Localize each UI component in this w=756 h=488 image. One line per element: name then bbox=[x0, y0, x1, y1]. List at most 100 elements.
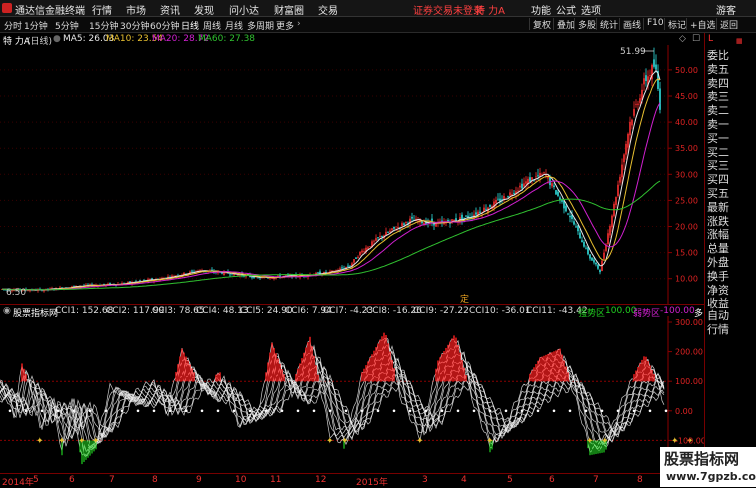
candle-body bbox=[557, 191, 559, 196]
date-label: 4 bbox=[461, 475, 467, 485]
cci1-label: CCI1: 152.68 bbox=[55, 306, 114, 316]
zero-dot bbox=[456, 409, 460, 413]
diejia-button[interactable]: 叠加 bbox=[553, 18, 575, 31]
diamond-icon[interactable]: ◇ bbox=[679, 34, 686, 44]
period-tab-60min[interactable]: 60分钟 bbox=[150, 19, 179, 32]
f10-button[interactable]: F10 bbox=[643, 18, 664, 30]
candle-body bbox=[367, 247, 369, 249]
candle-body bbox=[617, 184, 619, 197]
period-tab-month[interactable]: 月线 bbox=[225, 19, 243, 32]
price-tick: 15.00 bbox=[675, 249, 698, 258]
candle-body bbox=[655, 64, 657, 70]
candle-body bbox=[339, 268, 341, 270]
menu-item-jiaoyi[interactable]: 交易 bbox=[318, 2, 338, 17]
quote-panel: L ▦ 委比 卖五 卖四 卖三 卖二 卖一 买一 买二 买三 买四 买五 最新 涨跌 涨幅 总量 外盘 换手 净资… bbox=[704, 33, 756, 487]
candle-body bbox=[479, 211, 481, 213]
window-icon[interactable]: ☐ bbox=[692, 34, 700, 44]
period-tab-30min[interactable]: 30分钟 bbox=[120, 19, 149, 32]
date-label: 5 bbox=[33, 475, 39, 485]
price-tick: 20.00 bbox=[675, 223, 698, 232]
add-watchlist-button[interactable]: +自选 bbox=[686, 18, 716, 31]
candle-body bbox=[575, 226, 577, 228]
candle-body bbox=[591, 257, 593, 261]
candle-body bbox=[517, 190, 519, 192]
main-chart-header: 特 力A (日线) ● MA5: 26.03 MA10: 23.54 MA20:… bbox=[0, 33, 705, 47]
huaxian-button[interactable]: 画线 bbox=[619, 18, 641, 31]
candle-body bbox=[543, 172, 545, 174]
candle-body bbox=[579, 232, 581, 239]
candle-body bbox=[497, 198, 499, 200]
buy-signal-icon: ✦ bbox=[586, 436, 594, 446]
candle-body bbox=[403, 223, 405, 225]
high-price-label: 51.99 bbox=[620, 47, 646, 57]
candle-body bbox=[537, 175, 539, 177]
period-tab-fenshi[interactable]: 分时 bbox=[4, 19, 22, 32]
login-notice[interactable]: 证券交易未登录 bbox=[413, 2, 483, 17]
candle-body bbox=[589, 254, 591, 259]
back-button[interactable]: 返回 bbox=[716, 18, 738, 31]
period-tab-multi[interactable]: 多周期 bbox=[247, 19, 274, 32]
menu-item-gongshi[interactable]: 公式 bbox=[556, 2, 576, 17]
menu-bar: 通达信金融终端 行情 市场 资讯 发现 问小达 财富圈 交易 证券交易未登录 特… bbox=[0, 0, 756, 17]
cci-indicator-chart[interactable]: ✦ ✦ ✦ ✦ ✦ ✦ ✦ ✦ ✦ ✦ ✦ ✦ 300.00200.00100.000.00-100.… bbox=[0, 316, 705, 473]
zero-dot bbox=[648, 409, 652, 413]
biaoji-button[interactable]: 标记 bbox=[664, 18, 686, 31]
menu-item-shichang[interactable]: 市场 bbox=[126, 2, 146, 17]
candle-body bbox=[475, 212, 477, 215]
menu-item-hangqing[interactable]: 行情 bbox=[92, 2, 112, 17]
zero-dot bbox=[136, 409, 140, 413]
user-label[interactable]: 游客 bbox=[716, 2, 736, 17]
more-chevron-icon[interactable]: › bbox=[297, 19, 301, 29]
cci9-label: CCI9: -27.22 bbox=[413, 306, 469, 316]
fuquan-button[interactable]: 复权 bbox=[529, 18, 551, 31]
center-mark: 定 bbox=[460, 293, 469, 304]
candle-body bbox=[361, 250, 363, 253]
candle-body bbox=[573, 221, 575, 225]
candle-body bbox=[585, 247, 587, 249]
menu-item-wenxiaoda[interactable]: 问小达 bbox=[229, 2, 259, 17]
date-label: 3 bbox=[422, 475, 428, 485]
zero-dot bbox=[152, 409, 156, 413]
period-tab-5min[interactable]: 5分钟 bbox=[55, 19, 79, 32]
period-tab-1min[interactable]: 1分钟 bbox=[24, 19, 48, 32]
menu-item-gongneng[interactable]: 功能 bbox=[531, 2, 551, 17]
candle-body bbox=[615, 197, 617, 205]
period-tab-week[interactable]: 周线 bbox=[203, 19, 221, 32]
price-tick: 25.00 bbox=[675, 196, 698, 205]
candle-body bbox=[375, 238, 377, 241]
menu-item-faxian[interactable]: 发现 bbox=[194, 2, 214, 17]
buy-signal-icon: ✦ bbox=[341, 436, 349, 446]
zero-dot bbox=[552, 409, 556, 413]
candle-body bbox=[347, 265, 349, 267]
candle-body bbox=[465, 215, 467, 217]
candle-body bbox=[635, 103, 637, 105]
watermark-title: 股票指标网 bbox=[664, 450, 740, 468]
price-tick: 30.00 bbox=[675, 170, 698, 179]
candle-body bbox=[387, 232, 389, 234]
menu-item-zixun[interactable]: 资讯 bbox=[160, 2, 180, 17]
period-tab-15min[interactable]: 15分钟 bbox=[89, 19, 118, 32]
candle-body bbox=[489, 204, 491, 207]
price-tick: 10.00 bbox=[675, 275, 698, 284]
zero-dot bbox=[312, 409, 316, 413]
duogu-button[interactable]: 多股 bbox=[574, 18, 596, 31]
period-tab-day[interactable]: 日线 bbox=[181, 19, 199, 32]
quote-label[interactable]: 行情 bbox=[707, 321, 729, 337]
zero-dot bbox=[344, 409, 348, 413]
buy-signal-icon: ✦ bbox=[326, 436, 334, 446]
panel-top-label: L bbox=[708, 34, 714, 44]
menu-item-caifuquan[interactable]: 财富圈 bbox=[274, 2, 304, 17]
candle-body bbox=[525, 181, 527, 184]
candle-body bbox=[355, 257, 357, 259]
menu-item-xuanxiang[interactable]: 选项 bbox=[581, 2, 601, 17]
candlestick-chart[interactable]: 50.00 45.00 40.00 35.00 30.00 25.00 20.00 15.00… bbox=[0, 45, 705, 304]
zero-dot bbox=[296, 409, 300, 413]
candle-body bbox=[513, 193, 515, 194]
date-label: 2015年 bbox=[356, 478, 388, 488]
ma-line-5 bbox=[1, 69, 661, 291]
tongji-button[interactable]: 统计 bbox=[596, 18, 618, 31]
zero-dot bbox=[504, 409, 508, 413]
period-tab-more[interactable]: 更多 bbox=[276, 19, 294, 32]
indicator-dot-icon: ◉ bbox=[3, 306, 11, 316]
candle-body bbox=[389, 230, 391, 233]
